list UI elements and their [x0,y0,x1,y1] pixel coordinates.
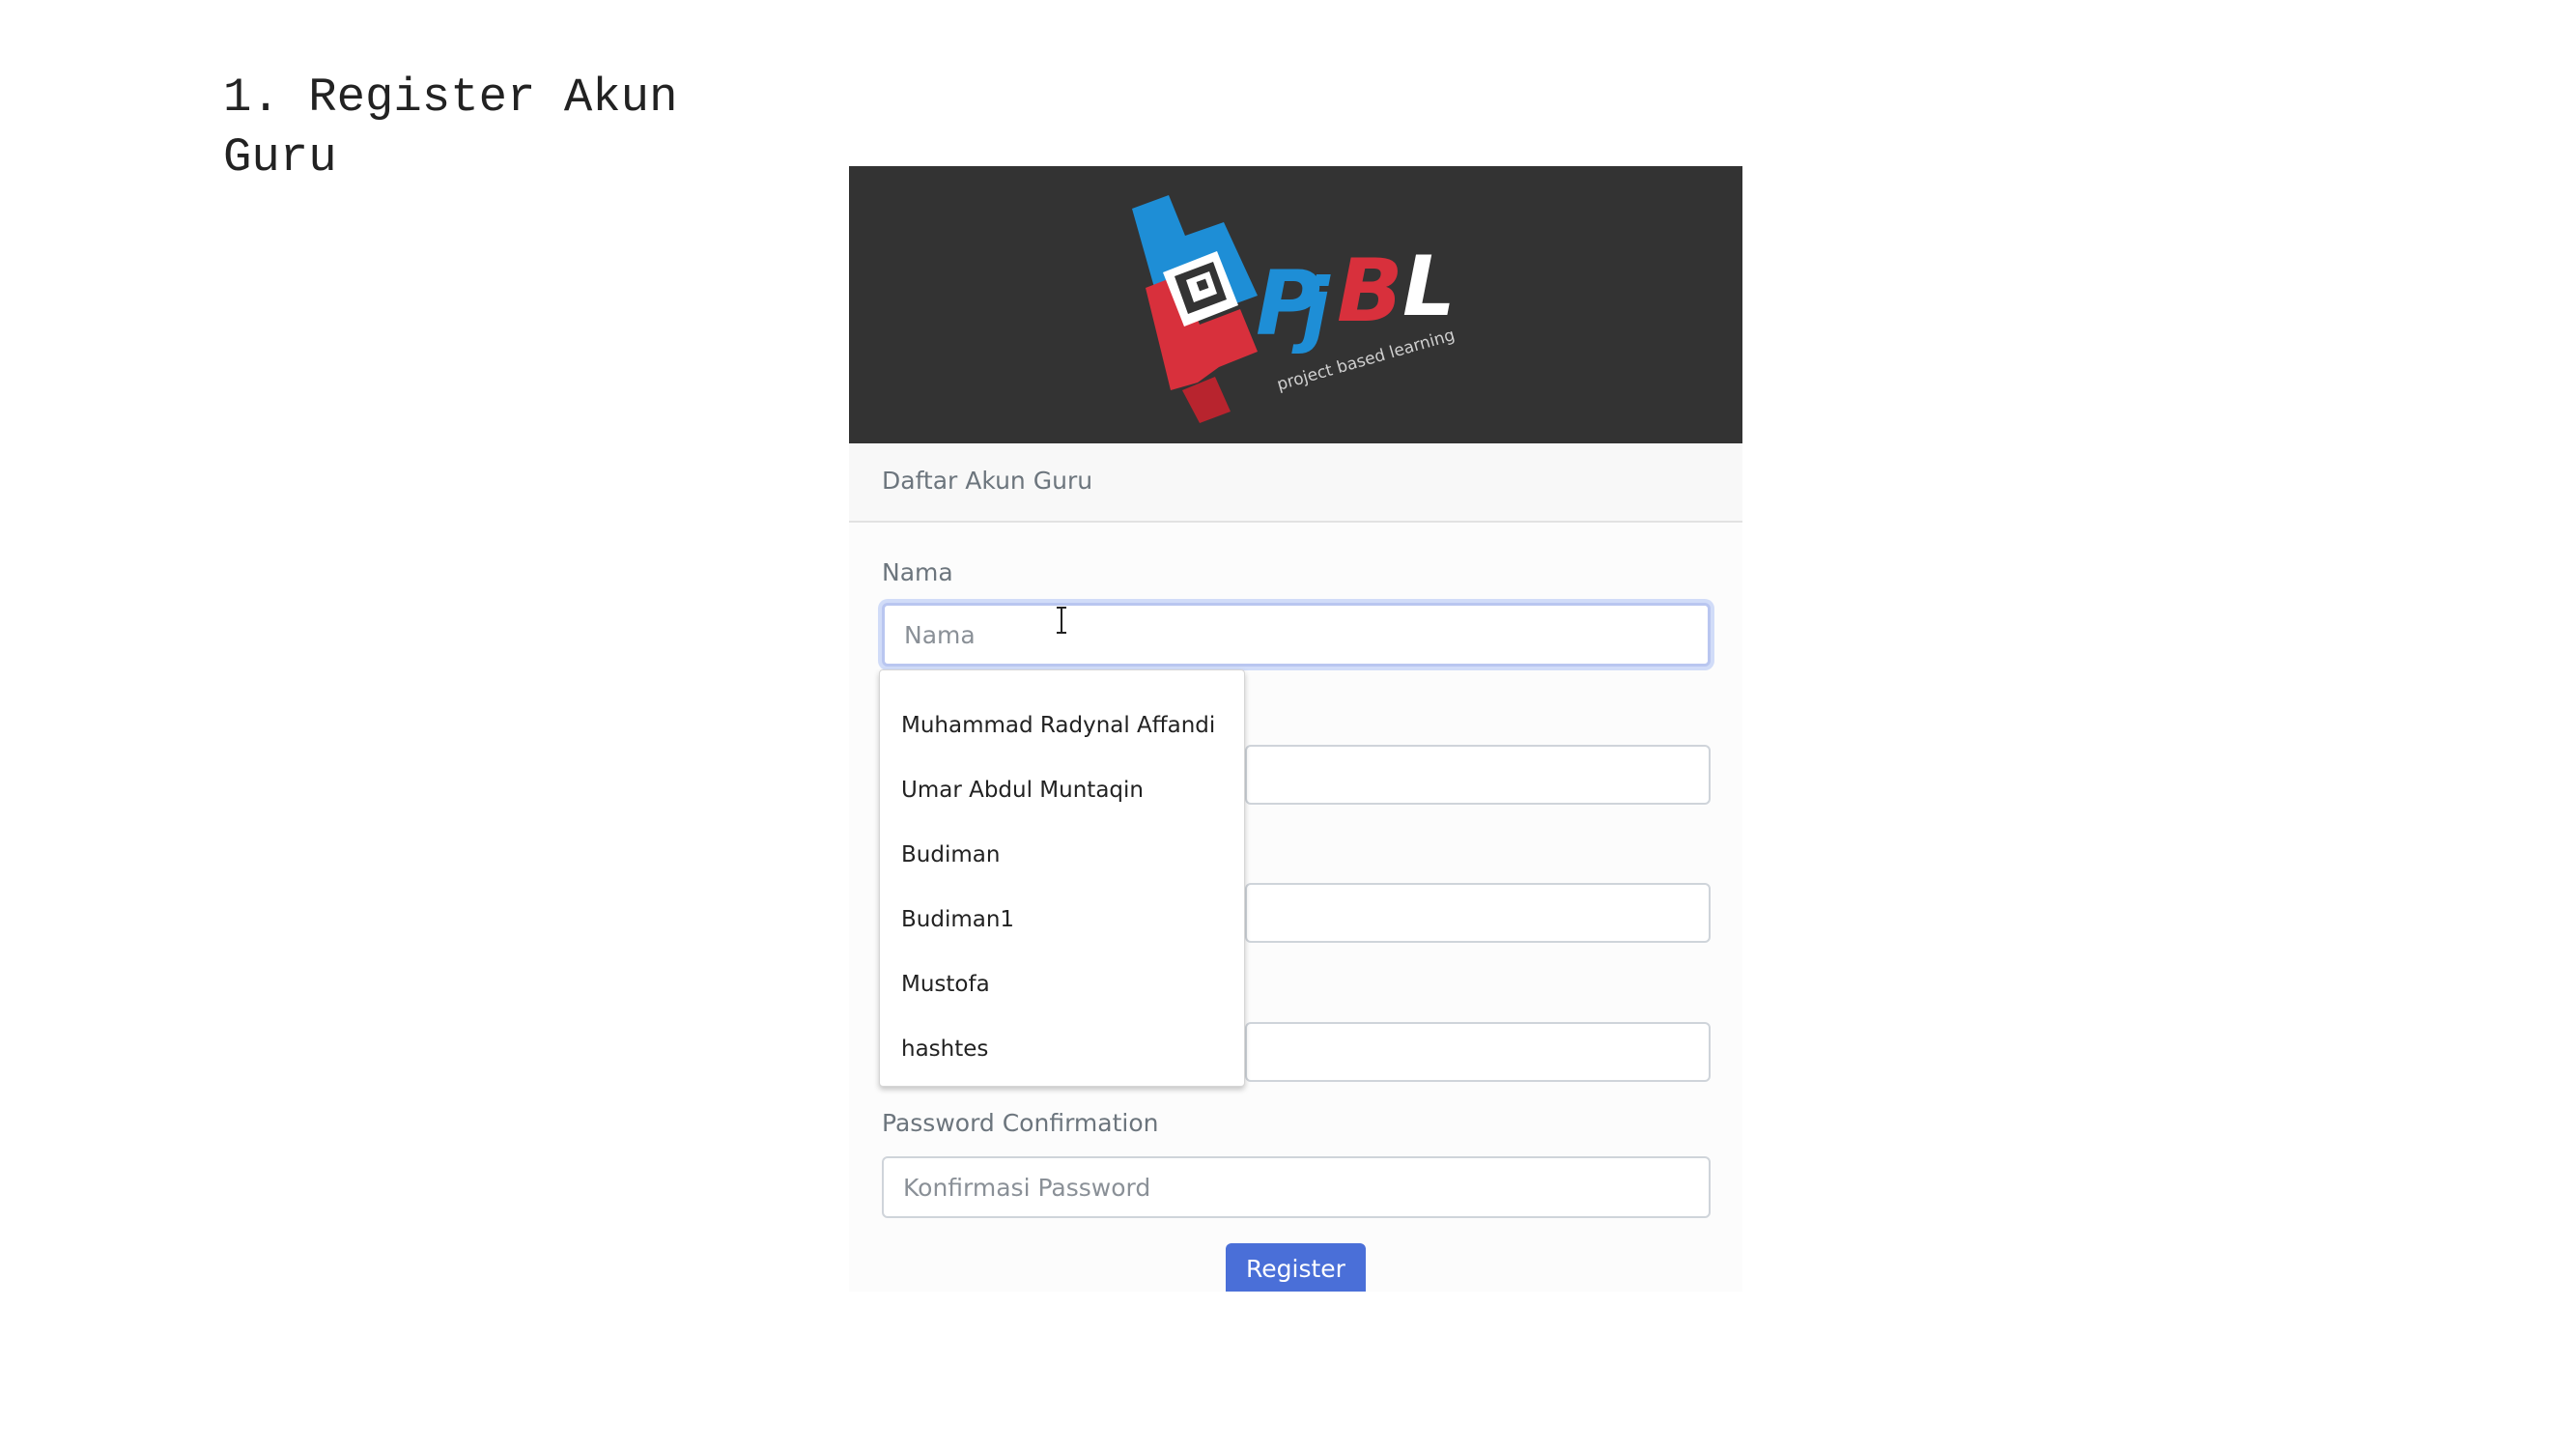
svg-text:L: L [1402,239,1456,335]
email-input[interactable] [1245,745,1711,805]
svg-text:B: B [1337,241,1403,342]
username-input[interactable] [1245,883,1711,943]
card-header: Daftar Akun Guru [849,443,1742,523]
password-confirmation-input[interactable] [882,1156,1711,1218]
nama-input[interactable] [882,603,1711,667]
register-button[interactable]: Register [1226,1243,1366,1292]
logo-banner: P j B L project based learning [849,166,1742,443]
autocomplete-option[interactable]: Budiman [880,823,1244,888]
autocomplete-option[interactable]: Umar Abdul Muntaqin [880,758,1244,823]
document-heading: 1. Register Akun Guru [223,71,678,185]
autocomplete-option[interactable]: Muhammad Radynal Affandi [880,694,1244,758]
password-confirmation-label: Password Confirmation [882,1109,1159,1137]
autocomplete-option[interactable]: hashtes [880,1017,1244,1082]
nama-label: Nama [882,558,953,586]
text-cursor-icon [1057,607,1066,634]
autocomplete-option[interactable]: Mustofa [880,952,1244,1017]
autocomplete-option[interactable]: Budiman1 [880,888,1244,952]
form-title: Daftar Akun Guru [882,467,1093,495]
pjbl-logo: P j B L project based learning [1132,195,1457,423]
password-input[interactable] [1245,1022,1711,1082]
autocomplete-dropdown: Muhammad Radynal Affandi Umar Abdul Munt… [879,669,1245,1087]
